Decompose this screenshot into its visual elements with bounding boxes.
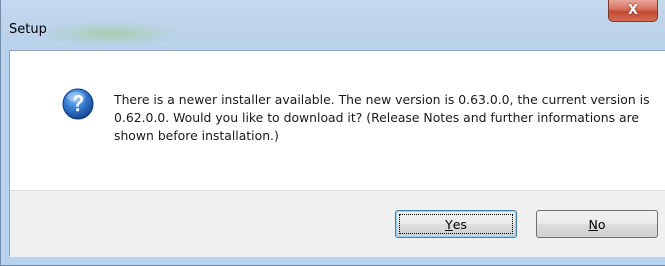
no-button[interactable]: No (536, 210, 658, 238)
button-bar: Yes No (10, 190, 665, 257)
window-title: Setup (9, 22, 47, 37)
title-bar[interactable]: Setup X (1, 0, 665, 50)
no-mnemonic: N (588, 216, 598, 232)
no-label: o (597, 216, 606, 232)
message-area: There is a newer installer available. Th… (10, 51, 665, 190)
title-glow (41, 22, 181, 46)
close-icon: X (627, 3, 639, 18)
question-icon (62, 88, 94, 120)
yes-label: es (452, 216, 467, 232)
dialog-body: There is a newer installer available. Th… (9, 50, 665, 257)
yes-mnemonic: Y (445, 216, 453, 232)
message-text: There is a newer installer available. Th… (114, 92, 650, 143)
close-button[interactable]: X (608, 0, 658, 22)
setup-dialog-window: Setup X There is a newer installer avail… (0, 0, 665, 266)
yes-button[interactable]: Yes (395, 210, 517, 238)
